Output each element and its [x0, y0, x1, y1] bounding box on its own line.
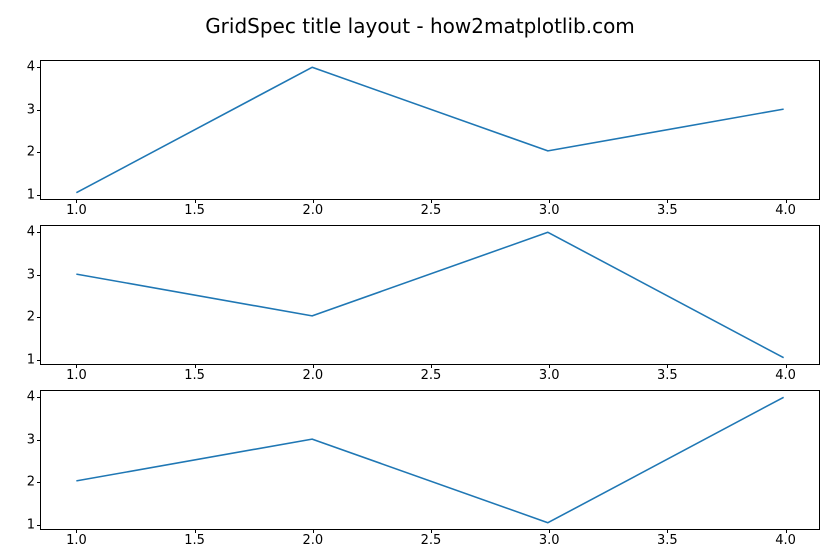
xtick-label: 3.0: [539, 199, 560, 218]
xtick-label: 3.5: [657, 364, 678, 383]
xtick-label: 1.0: [66, 364, 87, 383]
xtick-label: 1.0: [66, 529, 87, 548]
ytick-label: 2: [27, 310, 41, 325]
data-line: [76, 232, 783, 357]
ytick-label: 1: [27, 352, 41, 367]
ytick-label: 4: [27, 390, 41, 405]
xtick-label: 3.0: [539, 529, 560, 548]
axes-0: 12341.01.52.02.53.03.54.0: [40, 60, 820, 200]
axes-2: 12341.01.52.02.53.03.54.0: [40, 390, 820, 530]
figure-suptitle: GridSpec title layout - how2matplotlib.c…: [0, 14, 840, 38]
ytick-label: 4: [27, 225, 41, 240]
xtick-label: 3.0: [539, 364, 560, 383]
line-plot: [41, 391, 819, 529]
ytick-label: 1: [27, 517, 41, 532]
xtick-label: 2.5: [421, 199, 442, 218]
xtick-label: 2.5: [421, 364, 442, 383]
ytick-label: 4: [27, 60, 41, 75]
xtick-label: 2.5: [421, 529, 442, 548]
xtick-label: 2.0: [302, 199, 323, 218]
figure: GridSpec title layout - how2matplotlib.c…: [0, 0, 840, 560]
xtick-label: 3.5: [657, 199, 678, 218]
axes-1: 12341.01.52.02.53.03.54.0: [40, 225, 820, 365]
ytick-label: 3: [27, 432, 41, 447]
ytick-label: 2: [27, 475, 41, 490]
line-plot: [41, 61, 819, 199]
xtick-label: 2.0: [302, 364, 323, 383]
xtick-label: 3.5: [657, 529, 678, 548]
xtick-label: 1.5: [184, 529, 205, 548]
ytick-label: 3: [27, 267, 41, 282]
xtick-label: 4.0: [775, 529, 796, 548]
xtick-label: 1.5: [184, 199, 205, 218]
ytick-label: 1: [27, 187, 41, 202]
data-line: [76, 67, 783, 192]
xtick-label: 4.0: [775, 199, 796, 218]
xtick-label: 1.5: [184, 364, 205, 383]
ytick-label: 3: [27, 102, 41, 117]
ytick-label: 2: [27, 145, 41, 160]
xtick-label: 1.0: [66, 199, 87, 218]
xtick-label: 4.0: [775, 364, 796, 383]
line-plot: [41, 226, 819, 364]
xtick-label: 2.0: [302, 529, 323, 548]
data-line: [76, 397, 783, 522]
